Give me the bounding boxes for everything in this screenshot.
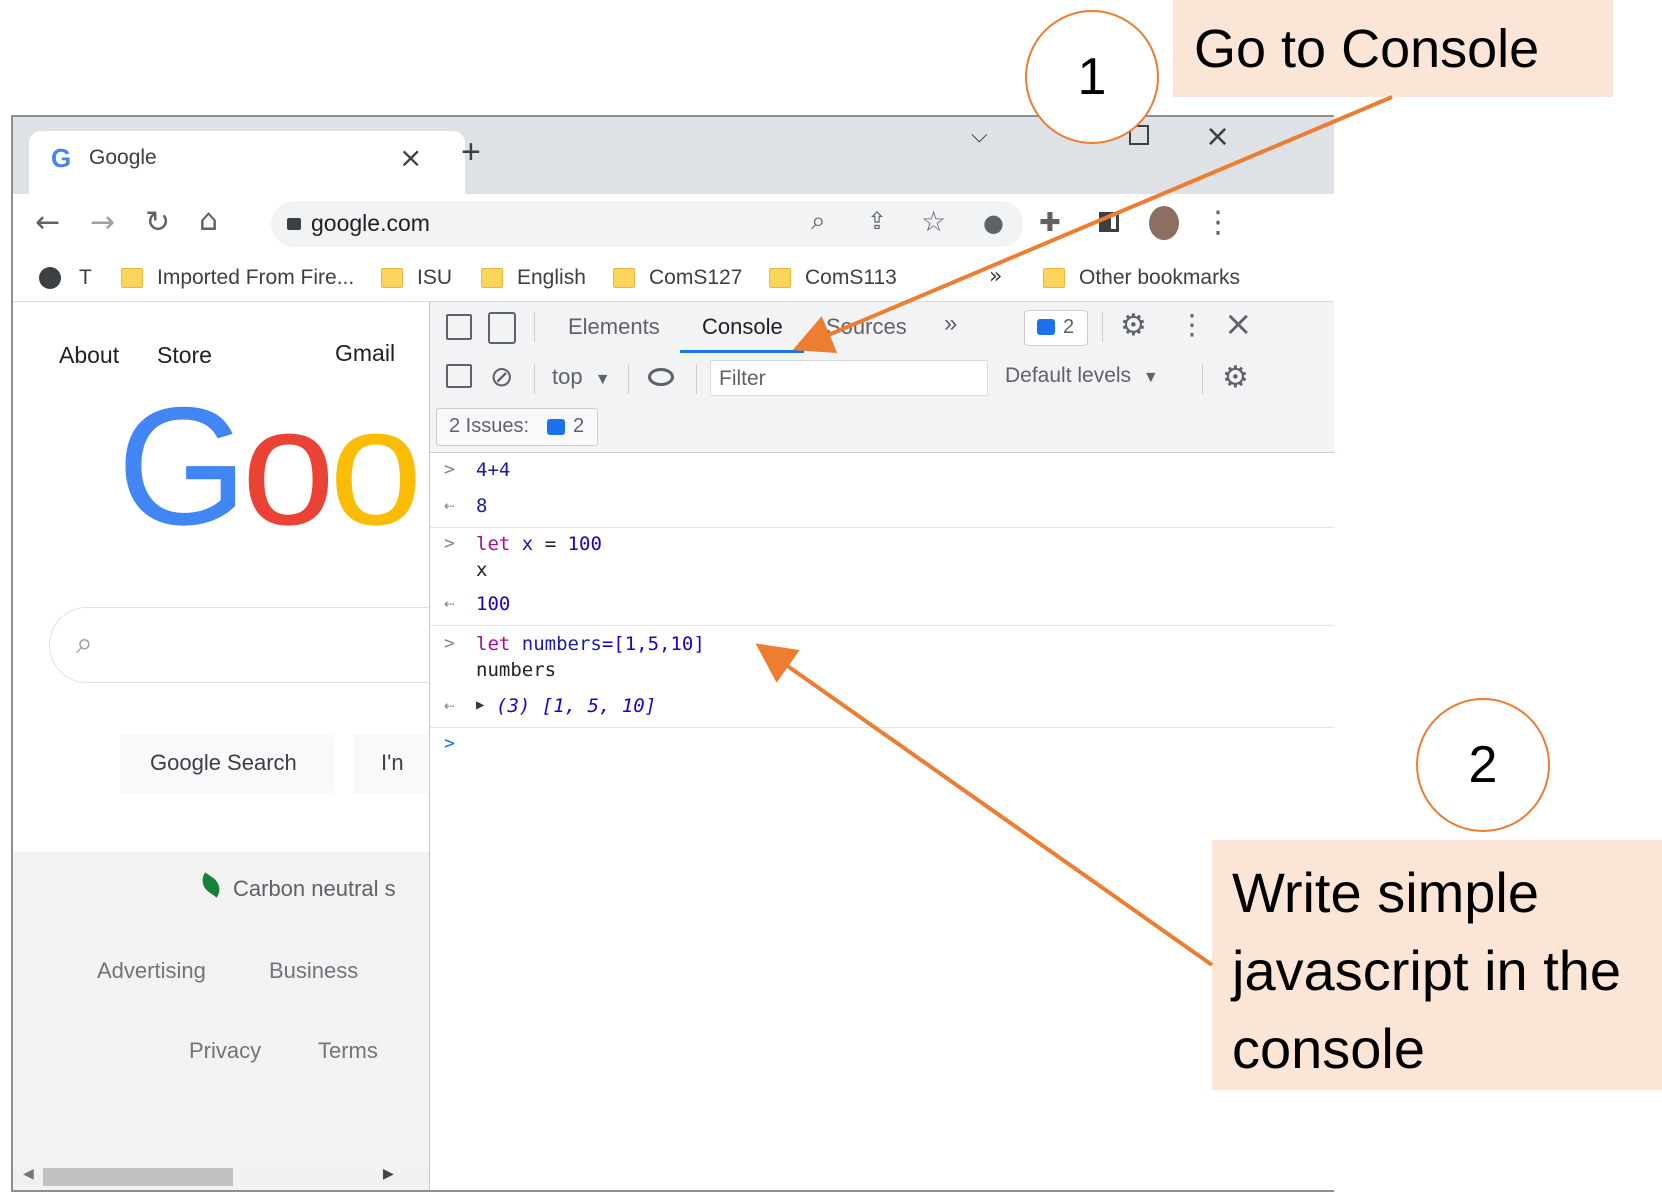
step1-arrow <box>792 95 1393 353</box>
step2-arrow <box>755 643 1214 967</box>
annotation-arrows <box>755 95 1393 967</box>
